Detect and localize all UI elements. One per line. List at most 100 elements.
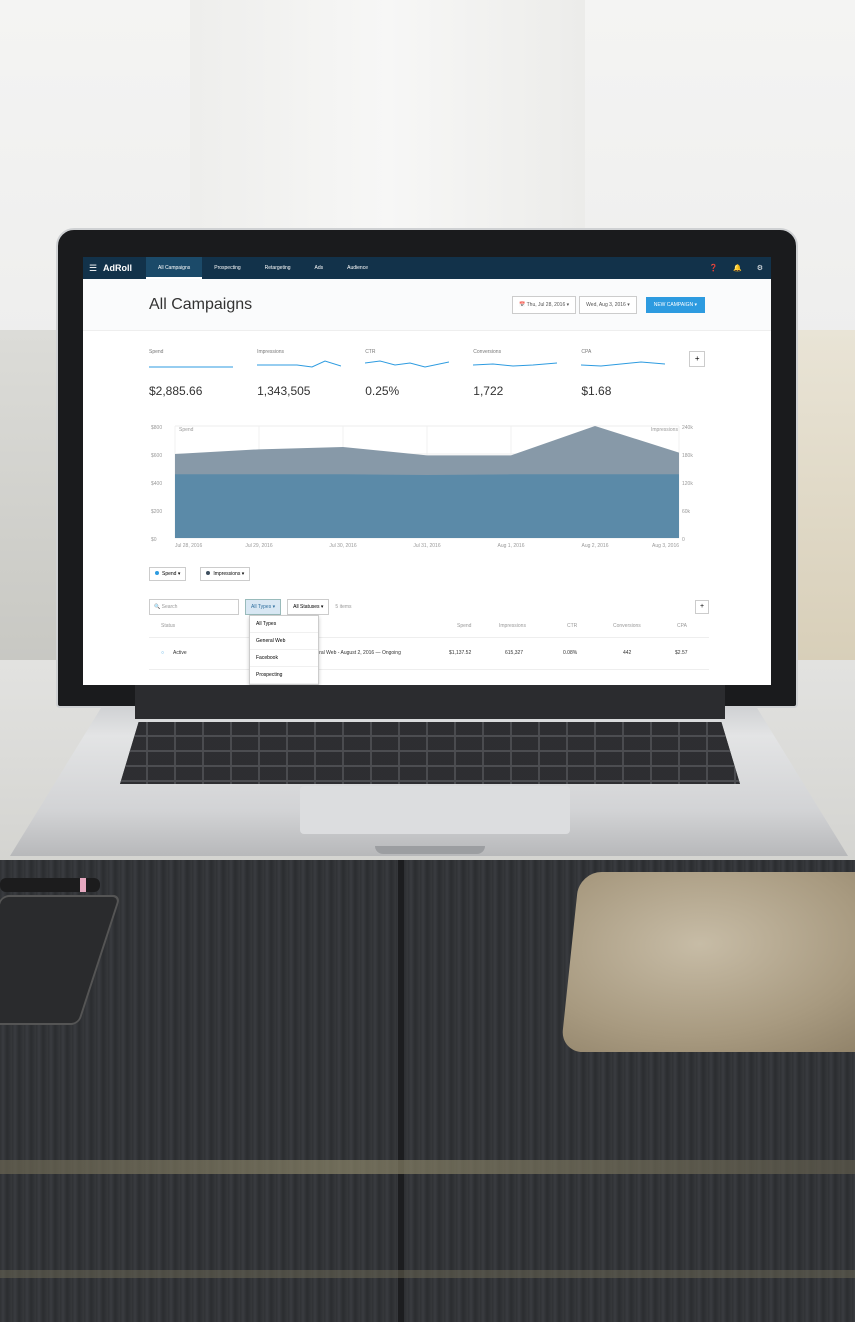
laptop-screen: ☰ AdRoll All Campaigns Prospecting Retar…	[83, 257, 771, 685]
legend-impressions[interactable]: Impressions ▾	[200, 567, 251, 581]
col-cpa[interactable]: CPA	[677, 623, 687, 629]
row-divider	[149, 669, 709, 670]
y-right-tick: 0	[682, 537, 685, 543]
col-status[interactable]: Status	[161, 623, 175, 629]
add-column-button[interactable]: +	[695, 600, 709, 614]
metric-cpa[interactable]: CPA $1.68	[581, 349, 689, 413]
ctr-cell: 0.08%	[563, 650, 578, 656]
x-tick: Jul 29, 2016	[245, 543, 272, 549]
desk-seam	[398, 860, 404, 1322]
tab-prospecting[interactable]: Prospecting	[202, 257, 252, 279]
gear-icon[interactable]: ⚙	[757, 264, 763, 272]
pen-cap	[80, 878, 86, 892]
new-campaign-button[interactable]: NEW CAMPAIGN ▾	[645, 296, 705, 313]
metric-conversions[interactable]: Conversions 1,722	[473, 349, 581, 413]
spend-cell: $1,137.52	[449, 650, 472, 656]
metric-label: Spend	[149, 349, 164, 355]
filter-bar: 🔍 Search All Types ▾ All Statuses ▾ 5 it…	[149, 599, 709, 615]
statuses-filter[interactable]: All Statuses ▾	[287, 599, 330, 615]
y-right-label: Impressions	[651, 427, 678, 433]
x-tick: Jul 31, 2016	[413, 543, 440, 549]
page-title: All Campaigns	[149, 295, 253, 313]
row-divider	[149, 637, 709, 638]
col-ctr[interactable]: CTR	[567, 623, 577, 629]
background-window-left	[0, 330, 60, 660]
metric-value: 1,343,505	[257, 384, 311, 398]
hamburger-icon[interactable]: ☰	[83, 263, 103, 274]
spend-dot-icon	[155, 571, 159, 575]
search-input[interactable]: 🔍 Search	[149, 599, 239, 615]
impressions-cell: 615,327	[505, 650, 524, 656]
y-right-tick: 60k	[682, 509, 691, 515]
laptop-notch	[375, 846, 485, 854]
status-text: Active	[173, 650, 187, 656]
x-tick: Aug 2, 2016	[582, 543, 609, 549]
date-range-picker: 📅 Thu, Jul 28, 2016 ▾ Wed, Aug 3, 2016 ▾…	[512, 295, 705, 314]
add-metric-button[interactable]: +	[689, 351, 705, 367]
x-tick: Aug 3, 2016	[652, 543, 679, 549]
col-conversions[interactable]: Conversions	[613, 623, 641, 629]
dropdown-item-all-types[interactable]: All Types	[250, 616, 318, 633]
types-dropdown-menu: All Types General Web Facebook Prospecti…	[249, 615, 319, 685]
keyboard	[120, 722, 740, 784]
conversions-sparkline	[473, 362, 558, 367]
metric-label: Impressions	[257, 349, 285, 355]
metric-ctr[interactable]: CTR 0.25%	[365, 349, 473, 413]
tab-all-campaigns[interactable]: All Campaigns	[146, 257, 203, 279]
impressions-dot-icon	[206, 571, 211, 575]
spend-area	[175, 474, 679, 538]
spend-sparkline	[149, 366, 233, 368]
y-left-tick: $200	[151, 509, 162, 515]
start-date-select[interactable]: 📅 Thu, Jul 28, 2016 ▾	[512, 295, 577, 314]
laptop-hinge	[135, 683, 725, 719]
photo-scene: ☰ AdRoll All Campaigns Prospecting Retar…	[0, 0, 855, 1322]
desk-band	[0, 1160, 855, 1174]
col-spend[interactable]: Spend	[457, 623, 471, 629]
chart-legend: Spend ▾ Impressions ▾	[149, 567, 251, 581]
types-filter[interactable]: All Types ▾	[245, 599, 282, 615]
tab-audience[interactable]: Audience	[335, 257, 380, 279]
metric-value: $2,885.66	[149, 384, 203, 398]
metric-label: CTR	[365, 349, 376, 355]
impressions-sparkline	[257, 360, 342, 368]
campaign-name[interactable]: General Web - August 2, 2016 — Ongoing	[307, 650, 401, 656]
y-left-tick: $600	[151, 453, 162, 459]
cpa-cell: $2.57	[675, 650, 688, 656]
app-logo[interactable]: AdRoll	[103, 263, 132, 273]
metric-spend[interactable]: Spend $2,885.66	[149, 349, 257, 413]
dropdown-item-facebook[interactable]: Facebook	[250, 650, 318, 667]
tab-ads[interactable]: Ads	[303, 257, 336, 279]
item-count: 5 items	[335, 604, 352, 610]
help-icon[interactable]: ❓	[709, 264, 718, 272]
x-tick: Jul 28, 2016	[175, 543, 202, 549]
calendar-icon: 📅	[519, 301, 527, 308]
metric-value: $1.68	[581, 384, 612, 398]
coaster	[560, 872, 855, 1052]
ctr-sparkline	[365, 360, 450, 368]
legend-spend[interactable]: Spend ▾	[149, 567, 187, 581]
tab-retargeting[interactable]: Retargeting	[253, 257, 303, 279]
y-left-tick: $0	[151, 537, 157, 543]
metric-label: Conversions	[473, 349, 502, 355]
dropdown-item-prospecting[interactable]: Prospecting	[250, 667, 318, 684]
desk-band-lower	[0, 1270, 855, 1278]
end-date-select[interactable]: Wed, Aug 3, 2016 ▾	[579, 295, 637, 314]
metric-label: CPA	[581, 349, 592, 355]
col-impressions[interactable]: Impressions	[499, 623, 526, 629]
notification-bell-icon[interactable]: 🔔	[733, 264, 742, 272]
table-row[interactable]: ○ Active General Web - August 2, 2016 — …	[157, 650, 697, 662]
metrics-row: Spend $2,885.66 Impressions 1,343,505 CT…	[83, 331, 771, 413]
top-nav-bar: ☰ AdRoll All Campaigns Prospecting Retar…	[83, 257, 771, 279]
search-icon: 🔍	[154, 604, 162, 610]
x-tick: Aug 1, 2016	[498, 543, 525, 549]
metric-value: 1,722	[473, 384, 504, 398]
trackpad	[300, 786, 570, 834]
y-right-tick: 180k	[682, 453, 693, 459]
dropdown-item-general-web[interactable]: General Web	[250, 633, 318, 650]
y-right-tick: 240k	[682, 425, 693, 431]
status-icon: ○	[161, 650, 165, 656]
metric-impressions[interactable]: Impressions 1,343,505	[257, 349, 365, 413]
y-left-tick: $400	[151, 481, 162, 487]
conversions-cell: 442	[623, 650, 632, 656]
cpa-sparkline	[581, 361, 666, 367]
